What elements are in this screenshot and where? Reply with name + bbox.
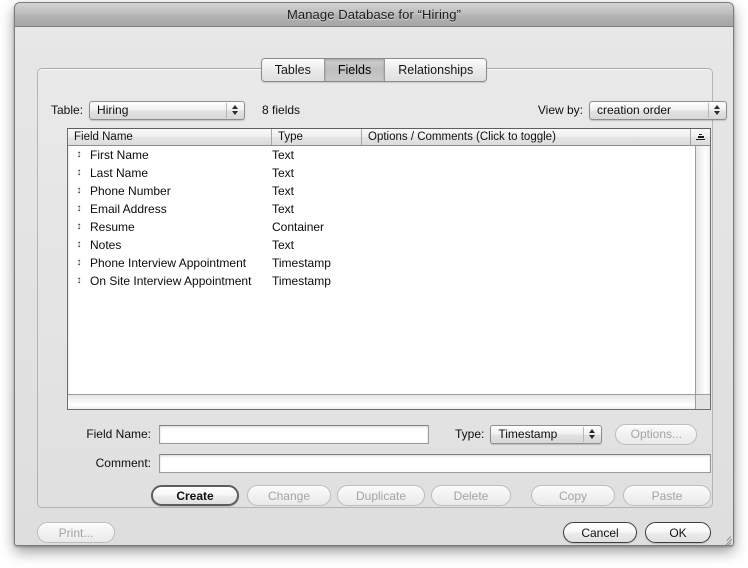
cell-type: Container	[272, 220, 325, 234]
create-button[interactable]: Create	[151, 485, 239, 506]
table-selection-row: Table: Hiring 8 fields View by: creation…	[51, 99, 727, 121]
field-count-label: 8 fields	[262, 103, 301, 117]
table-row[interactable]: ↕ Email Address Text	[68, 200, 710, 218]
title-bar[interactable]: Manage Database for “Hiring”	[15, 3, 733, 27]
drag-handle-icon[interactable]: ↕	[68, 222, 90, 232]
comment-label: Comment:	[95, 456, 151, 470]
drag-handle-icon[interactable]: ↕	[68, 276, 90, 286]
popup-arrows-icon	[708, 102, 724, 118]
cell-field-name: Phone Number	[90, 184, 171, 198]
tab-tables[interactable]: Tables	[261, 59, 325, 81]
comment-input[interactable]	[159, 453, 711, 473]
drag-handle-icon[interactable]: ↕	[68, 150, 90, 160]
table-row[interactable]: ↕ Notes Text	[68, 236, 710, 254]
cell-type: Text	[272, 166, 295, 180]
drag-handle-icon[interactable]: ↕	[68, 258, 90, 268]
viewby-popup[interactable]: creation order	[589, 100, 727, 120]
ok-button[interactable]: OK	[645, 522, 711, 543]
cell-type: Timestamp	[272, 274, 331, 288]
table-row[interactable]: ↕ Last Name Text	[68, 164, 710, 182]
table-row[interactable]: ↕ First Name Text	[68, 146, 710, 164]
field-actions-row: Create Change Duplicate Delete Copy Past…	[67, 485, 711, 507]
type-popup-value: Timestamp	[498, 427, 558, 441]
column-header-type[interactable]: Type	[272, 129, 362, 145]
paste-button[interactable]: Paste	[623, 485, 711, 506]
field-name-input[interactable]	[159, 424, 429, 444]
table-popup[interactable]: Hiring	[89, 100, 246, 120]
fields-list-header: Field Name Type Options / Comments (Clic…	[68, 129, 710, 146]
window-title: Manage Database for “Hiring”	[286, 7, 462, 22]
fields-list-rows: ↕ First Name Text ↕ Last Name Text ↕ Phone Numb…	[68, 146, 710, 392]
viewby-popup-value: creation order	[597, 103, 672, 117]
cell-field-name: On Site Interview Appointment	[90, 274, 252, 288]
popup-arrows-icon	[226, 102, 242, 118]
cell-field-name: Notes	[90, 238, 122, 252]
cell-type: Text	[272, 238, 295, 252]
duplicate-button[interactable]: Duplicate	[337, 485, 425, 506]
drag-handle-icon[interactable]: ↕	[68, 204, 90, 214]
column-header-field-name[interactable]: Field Name	[68, 129, 272, 145]
cell-type: Text	[272, 148, 295, 162]
print-button[interactable]: Print...	[37, 522, 115, 543]
stacked-sort-icon[interactable]	[691, 129, 710, 145]
dialog-footer: Print... Cancel OK	[15, 522, 733, 545]
table-label: Table:	[51, 103, 84, 117]
tab-fields[interactable]: Fields	[324, 59, 386, 81]
delete-button[interactable]: Delete	[431, 485, 511, 506]
cell-type: Text	[272, 202, 295, 216]
field-name-row: Field Name: Type: Timestamp Options...	[67, 423, 711, 445]
cell-field-name: Phone Interview Appointment	[90, 256, 247, 270]
type-popup[interactable]: Timestamp	[490, 424, 603, 444]
table-row[interactable]: ↕ Resume Container	[68, 218, 710, 236]
vertical-scrollbar[interactable]	[695, 146, 710, 394]
table-popup-value: Hiring	[97, 103, 129, 117]
cell-field-name: Last Name	[90, 166, 149, 180]
viewby-label: View by:	[537, 103, 583, 117]
cancel-button[interactable]: Cancel	[563, 522, 637, 543]
cell-field-name: Email Address	[90, 202, 167, 216]
tab-relationships[interactable]: Relationships	[385, 59, 487, 81]
change-button[interactable]: Change	[247, 485, 331, 506]
horizontal-scrollbar[interactable]	[68, 394, 695, 409]
manage-database-dialog: Manage Database for “Hiring” Tables Fiel…	[14, 2, 734, 546]
column-header-options[interactable]: Options / Comments (Click to toggle)	[362, 129, 691, 145]
dialog-body: Tables Fields Relationships Table: Hirin…	[15, 27, 733, 545]
drag-handle-icon[interactable]: ↕	[68, 240, 90, 250]
cell-field-name: Resume	[90, 220, 135, 234]
scrollbar-corner	[695, 394, 710, 409]
comment-row: Comment:	[67, 453, 711, 473]
cell-field-name: First Name	[90, 148, 149, 162]
tab-bar: Tables Fields Relationships	[15, 58, 733, 82]
cell-type: Timestamp	[272, 256, 331, 270]
drag-handle-icon[interactable]: ↕	[68, 186, 90, 196]
table-row[interactable]: ↕ On Site Interview Appointment Timestamp	[68, 272, 710, 290]
table-row[interactable]: ↕ Phone Number Text	[68, 182, 710, 200]
table-row[interactable]: ↕ Phone Interview Appointment Timestamp	[68, 254, 710, 272]
drag-handle-icon[interactable]: ↕	[68, 168, 90, 178]
copy-button[interactable]: Copy	[531, 485, 615, 506]
type-label: Type:	[455, 427, 485, 441]
resize-grip[interactable]	[718, 532, 732, 545]
cell-type: Text	[272, 184, 295, 198]
options-button[interactable]: Options...	[615, 423, 698, 445]
field-name-label: Field Name:	[86, 427, 151, 441]
fields-list[interactable]: Field Name Type Options / Comments (Clic…	[67, 128, 711, 410]
popup-arrows-icon	[583, 426, 599, 442]
